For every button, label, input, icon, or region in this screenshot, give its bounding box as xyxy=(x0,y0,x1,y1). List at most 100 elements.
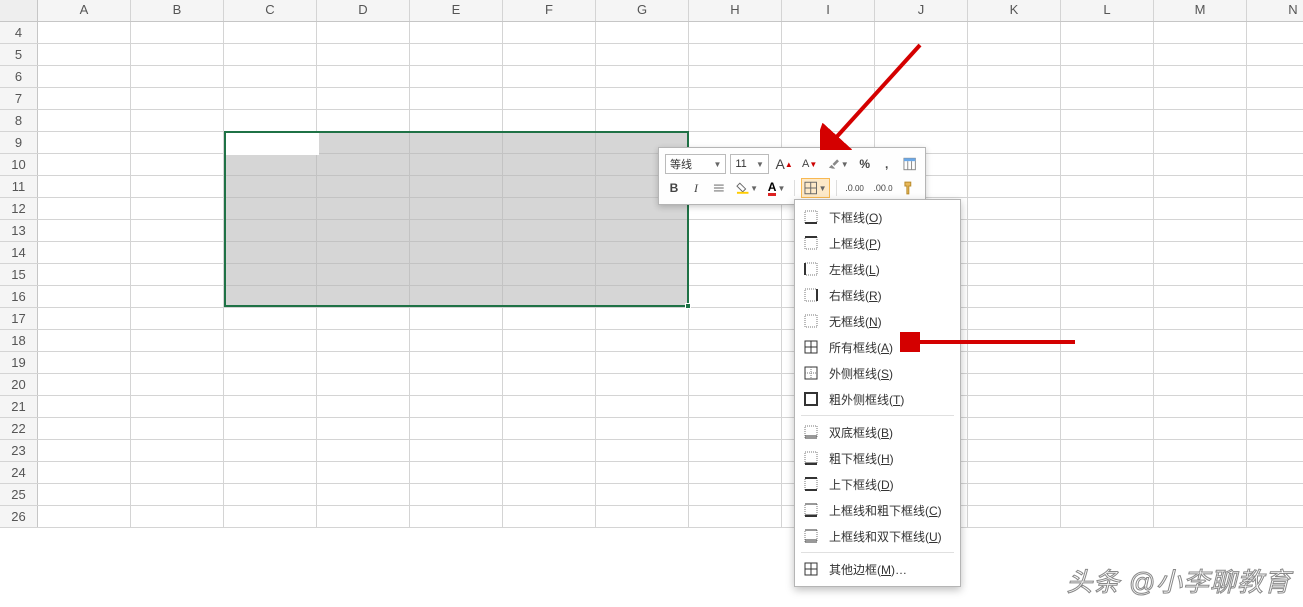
cell[interactable] xyxy=(317,506,410,527)
cell[interactable] xyxy=(782,66,875,87)
cell[interactable] xyxy=(1154,352,1247,373)
cell[interactable] xyxy=(503,44,596,65)
cell[interactable] xyxy=(968,220,1061,241)
cell[interactable] xyxy=(1154,110,1247,131)
cell[interactable] xyxy=(224,242,317,263)
row-header[interactable]: 15 xyxy=(0,264,38,285)
cell[interactable] xyxy=(968,66,1061,87)
cell[interactable] xyxy=(968,286,1061,307)
cell[interactable] xyxy=(1154,286,1247,307)
cell[interactable] xyxy=(596,484,689,505)
column-header[interactable]: K xyxy=(968,0,1061,21)
cell[interactable] xyxy=(1247,22,1303,43)
cell[interactable] xyxy=(1061,374,1154,395)
cell[interactable] xyxy=(503,330,596,351)
cell[interactable] xyxy=(38,242,131,263)
cell[interactable] xyxy=(1247,286,1303,307)
cell[interactable] xyxy=(38,44,131,65)
cell[interactable] xyxy=(596,286,689,307)
cell[interactable] xyxy=(410,154,503,175)
cell[interactable] xyxy=(1247,132,1303,153)
cell[interactable] xyxy=(689,66,782,87)
format-painter-button[interactable] xyxy=(899,178,919,198)
cell[interactable] xyxy=(38,220,131,241)
cell[interactable] xyxy=(131,462,224,483)
cell[interactable] xyxy=(38,22,131,43)
cell[interactable] xyxy=(1154,330,1247,351)
column-header[interactable]: H xyxy=(689,0,782,21)
cell[interactable] xyxy=(689,440,782,461)
column-header[interactable]: J xyxy=(875,0,968,21)
cell[interactable] xyxy=(38,352,131,373)
cell[interactable] xyxy=(689,264,782,285)
fill-color-button[interactable]: ▼ xyxy=(733,178,761,198)
cell[interactable] xyxy=(224,506,317,527)
cell[interactable] xyxy=(1247,198,1303,219)
row-header[interactable]: 14 xyxy=(0,242,38,263)
cell[interactable] xyxy=(1247,154,1303,175)
cell[interactable] xyxy=(1061,286,1154,307)
row-header[interactable]: 25 xyxy=(0,484,38,505)
cell[interactable] xyxy=(224,308,317,329)
column-header[interactable]: I xyxy=(782,0,875,21)
row-header[interactable]: 9 xyxy=(0,132,38,153)
cell[interactable] xyxy=(596,44,689,65)
column-header[interactable]: M xyxy=(1154,0,1247,21)
cell[interactable] xyxy=(875,88,968,109)
cell[interactable] xyxy=(689,330,782,351)
cell[interactable] xyxy=(503,484,596,505)
cell[interactable] xyxy=(410,286,503,307)
cell[interactable] xyxy=(1154,66,1247,87)
cell[interactable] xyxy=(596,462,689,483)
row-header[interactable]: 23 xyxy=(0,440,38,461)
cell[interactable] xyxy=(1247,352,1303,373)
cell[interactable] xyxy=(596,330,689,351)
cell[interactable] xyxy=(317,154,410,175)
cell[interactable] xyxy=(224,220,317,241)
cell[interactable] xyxy=(317,396,410,417)
cell[interactable] xyxy=(131,330,224,351)
cell[interactable] xyxy=(131,22,224,43)
cell[interactable] xyxy=(689,22,782,43)
font-name-select[interactable]: 等线 ▼ xyxy=(665,154,726,174)
cell[interactable] xyxy=(224,462,317,483)
cell[interactable] xyxy=(968,440,1061,461)
cell[interactable] xyxy=(782,110,875,131)
cell[interactable] xyxy=(1247,506,1303,527)
cell[interactable] xyxy=(503,462,596,483)
cell[interactable] xyxy=(131,418,224,439)
border-menu-item[interactable]: 下框线(O) xyxy=(795,204,960,230)
cell[interactable] xyxy=(317,176,410,197)
font-size-select[interactable]: 11 ▼ xyxy=(730,154,769,174)
spreadsheet-grid[interactable]: ABCDEFGHIJKLMN 4567891011121314151617181… xyxy=(0,0,1303,607)
cell[interactable] xyxy=(1154,44,1247,65)
cell[interactable] xyxy=(131,308,224,329)
cell[interactable] xyxy=(689,484,782,505)
cell[interactable] xyxy=(224,396,317,417)
cell[interactable] xyxy=(410,440,503,461)
cell[interactable] xyxy=(968,198,1061,219)
cell[interactable] xyxy=(131,242,224,263)
cell[interactable] xyxy=(1061,154,1154,175)
cell[interactable] xyxy=(875,22,968,43)
cell[interactable] xyxy=(1061,44,1154,65)
cell[interactable] xyxy=(968,44,1061,65)
cell[interactable] xyxy=(689,242,782,263)
cell[interactable] xyxy=(503,154,596,175)
cell[interactable] xyxy=(1154,22,1247,43)
cell[interactable] xyxy=(1061,506,1154,527)
cell[interactable] xyxy=(1154,220,1247,241)
cell[interactable] xyxy=(1154,154,1247,175)
row-header[interactable]: 11 xyxy=(0,176,38,197)
cell[interactable] xyxy=(131,88,224,109)
border-menu-item[interactable]: 右框线(R) xyxy=(795,282,960,308)
italic-button[interactable]: I xyxy=(687,178,705,198)
cell[interactable] xyxy=(689,352,782,373)
cell[interactable] xyxy=(1154,308,1247,329)
font-color-button[interactable]: A ▼ xyxy=(765,178,788,198)
cell[interactable] xyxy=(38,154,131,175)
cell[interactable] xyxy=(224,198,317,219)
cell[interactable] xyxy=(410,264,503,285)
cell[interactable] xyxy=(1061,176,1154,197)
cell[interactable] xyxy=(1061,462,1154,483)
